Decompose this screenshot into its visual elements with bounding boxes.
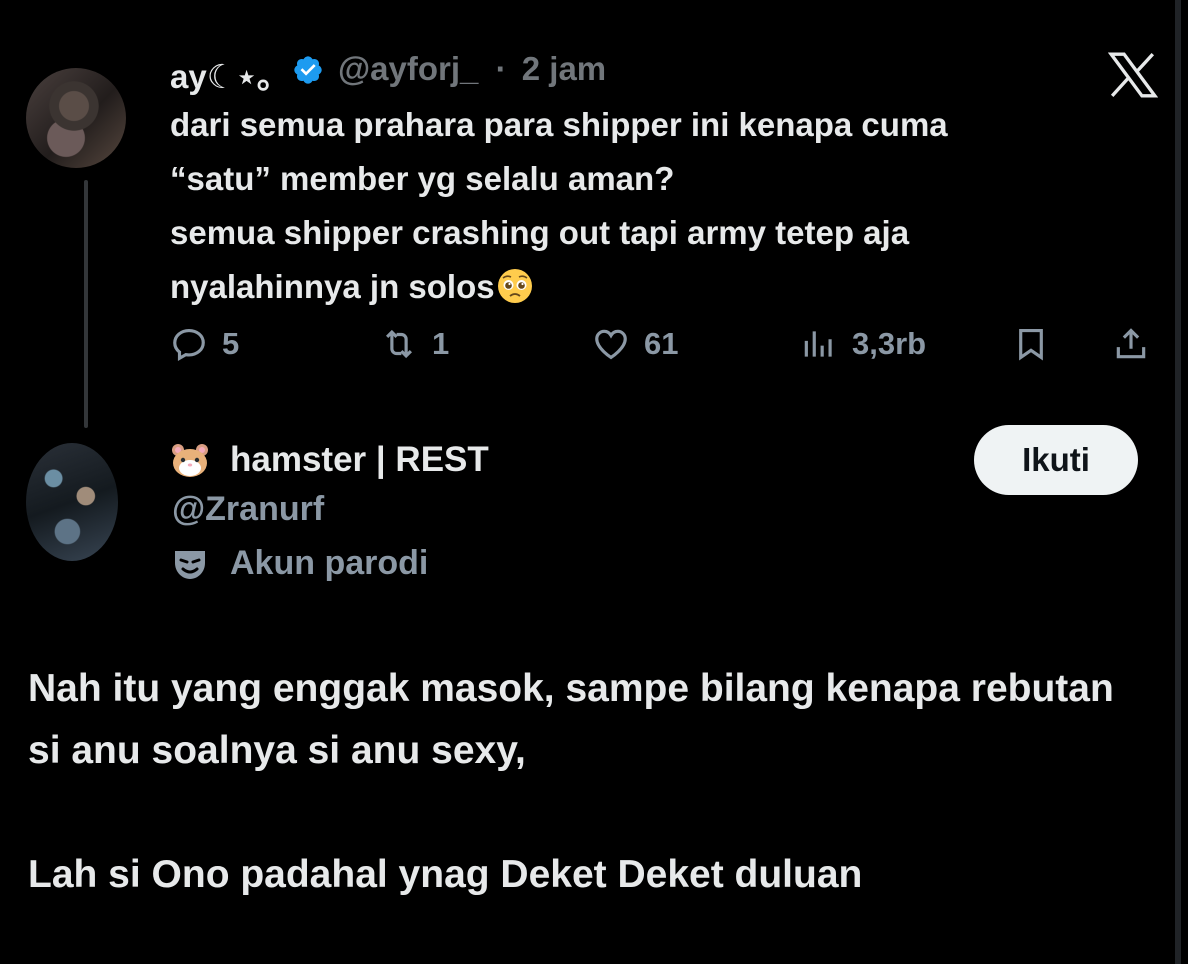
heart-icon (595, 329, 627, 360)
tweet-text: dari semua prahara para shipper ini kena… (170, 98, 1160, 314)
avatar-ayforj[interactable] (26, 68, 126, 168)
reply-author-handle[interactable]: @Zranurf (172, 490, 324, 529)
author-name[interactable]: ay☾⋆｡ (170, 50, 273, 98)
repost-count: 1 (432, 326, 450, 361)
parody-label-text: Akun parodi (230, 544, 429, 582)
tweet-line-4: nyalahinnya jn solos (170, 268, 495, 305)
bookmark-button[interactable] (1012, 322, 1050, 366)
share-button[interactable] (1112, 322, 1150, 366)
views-chart-icon (804, 331, 832, 357)
reply-count: 5 (222, 326, 240, 361)
like-count: 61 (644, 326, 679, 361)
reply-author-name-row[interactable]: hamster | REST (170, 440, 489, 480)
follow-button[interactable]: Ikuti (974, 425, 1138, 495)
reply-icon (173, 328, 205, 361)
pleading-face-emoji-icon (497, 269, 532, 303)
tweet-line-1: dari semua prahara para shipper ini kena… (170, 106, 948, 143)
like-button[interactable]: 61 (592, 322, 678, 366)
author-handle[interactable]: @ayforj_ (338, 50, 478, 87)
reply-button[interactable]: 5 (170, 322, 239, 366)
bookmark-icon (1019, 328, 1043, 361)
tweet-time[interactable]: 2 jam (522, 50, 606, 87)
author-handle-and-time[interactable]: @ayforj_ · 2 jam (338, 50, 606, 88)
avatar-zranurf[interactable] (26, 443, 118, 561)
reply-text: Nah itu yang enggak masok, sampe bilang … (28, 658, 1158, 906)
share-icon (1116, 328, 1146, 359)
repost-button[interactable]: 1 (380, 322, 449, 366)
reply-author-name[interactable]: hamster | REST (230, 440, 489, 480)
thread-connector-line (84, 180, 88, 428)
parody-mask-icon (175, 550, 205, 579)
x-logo-icon (1108, 52, 1158, 98)
verified-badge-icon (294, 56, 322, 84)
views-count: 3,3rb (852, 326, 927, 361)
repost-icon (386, 329, 412, 359)
time-separator: · (495, 50, 507, 87)
reply-paragraph-2: Lah si Ono padahal ynag Deket Deket dulu… (28, 853, 863, 896)
reply-paragraph-1: Nah itu yang enggak masok, sampe bilang … (28, 667, 1114, 772)
scrollbar-track[interactable] (1175, 0, 1181, 964)
parody-account-label: Akun parodi (172, 544, 428, 583)
views-button[interactable]: 3,3rb (800, 322, 926, 366)
hamster-face-emoji-icon (172, 444, 208, 477)
tweet-line-3: semua shipper crashing out tapi army tet… (170, 214, 910, 251)
tweet-line-2: “satu” member yg selalu aman? (170, 160, 675, 197)
